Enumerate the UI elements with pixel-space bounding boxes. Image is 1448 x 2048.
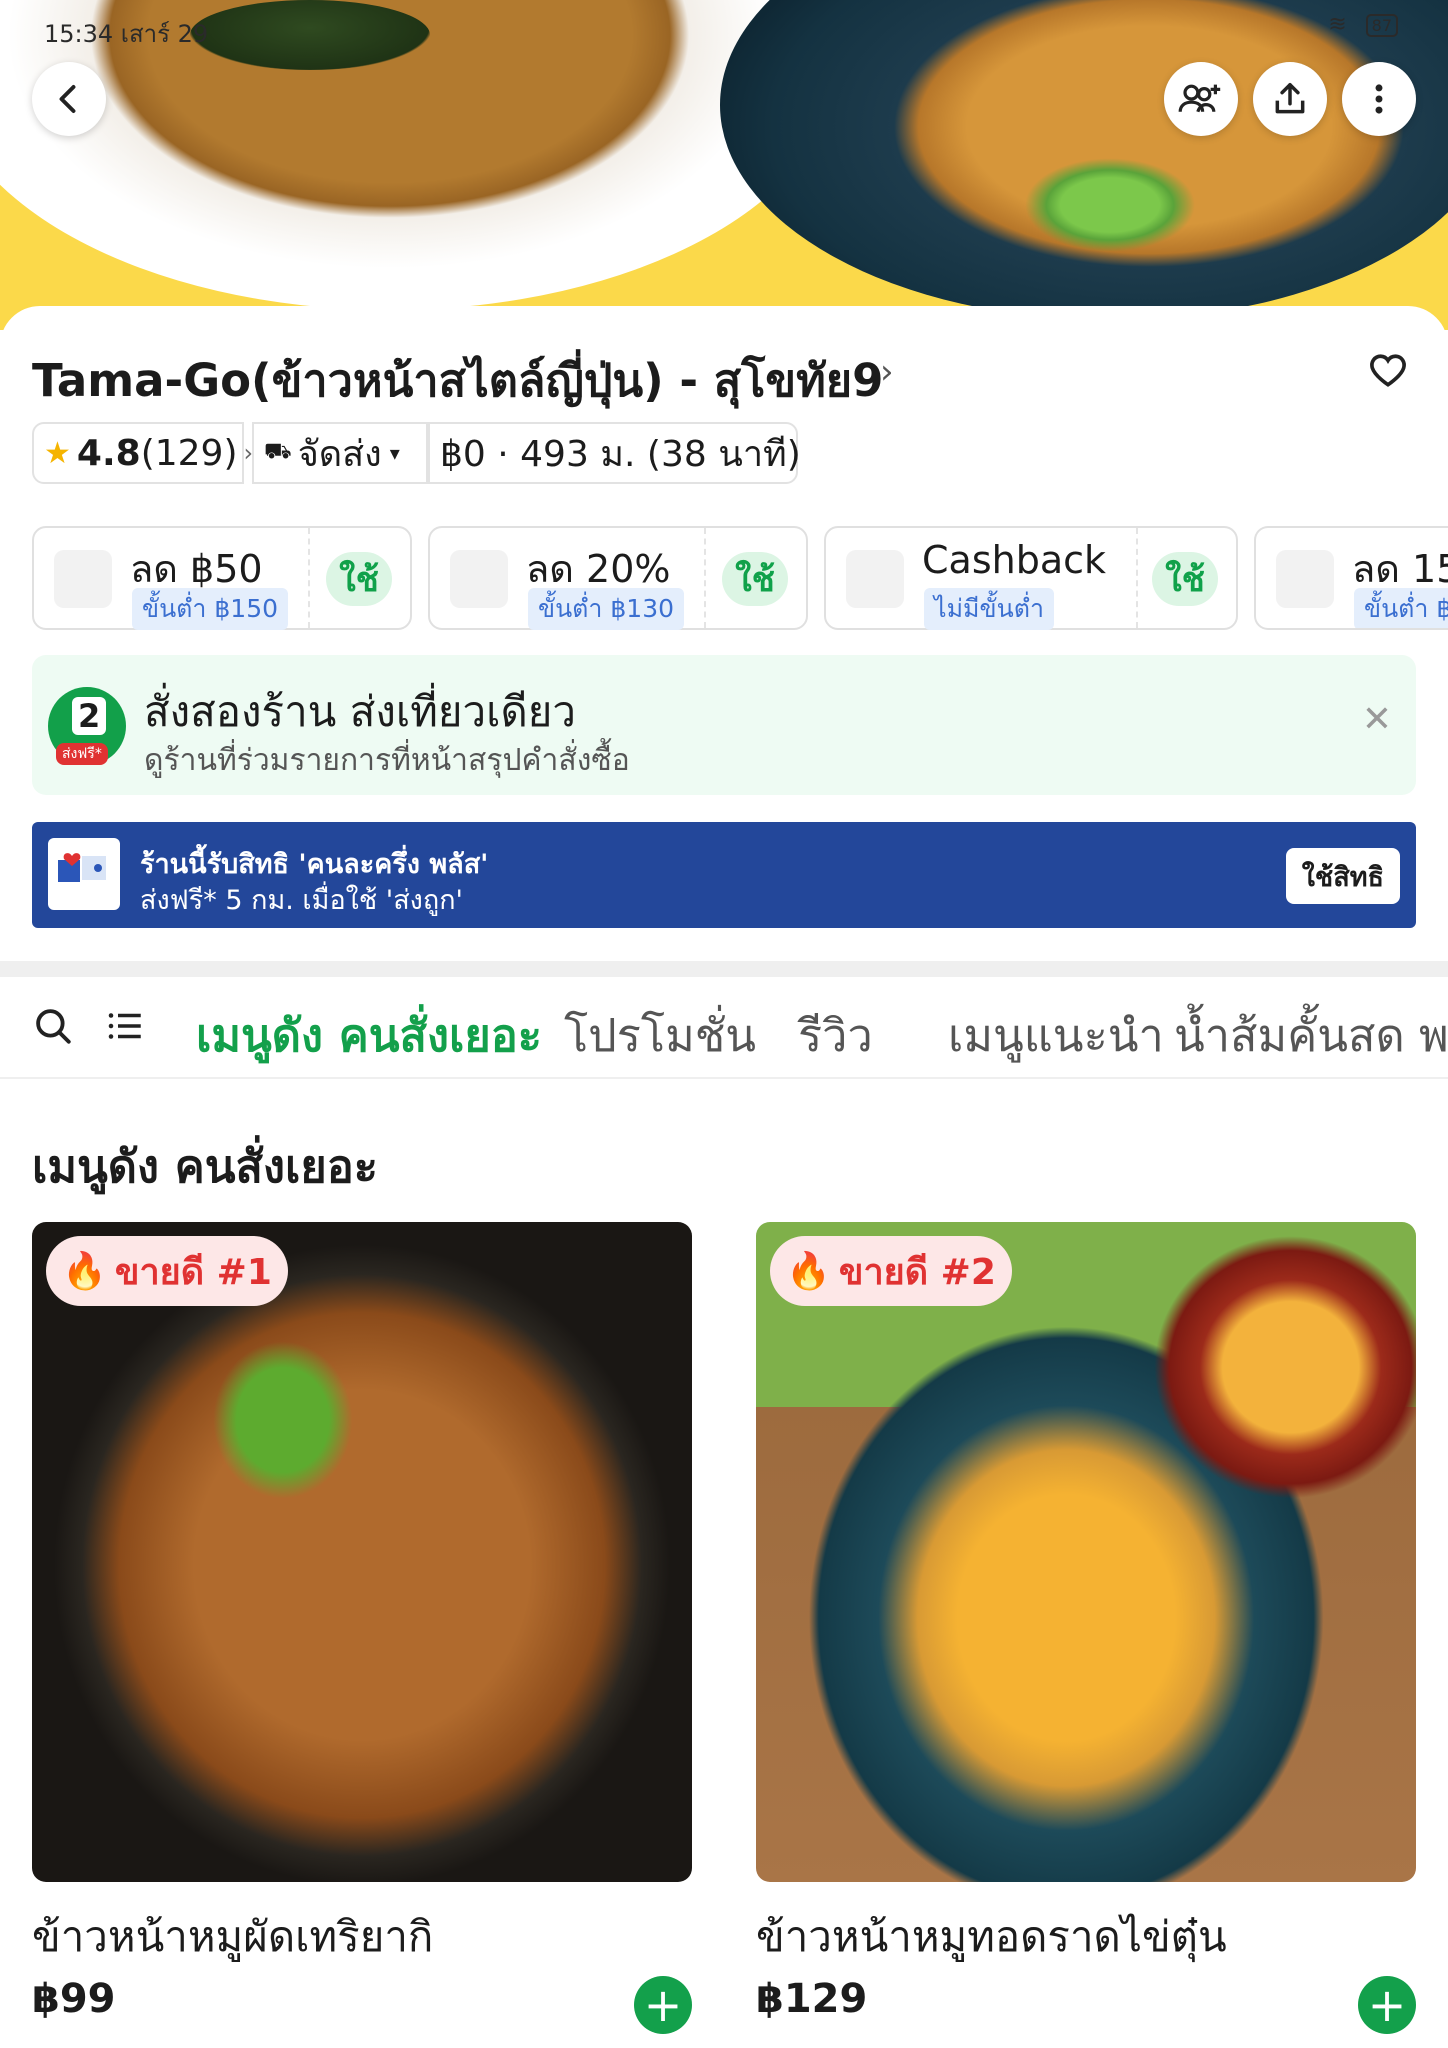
- coupon-condition: ไม่มีขั้นต่ำ: [924, 588, 1054, 630]
- category-tabbar: เมนูดัง คนสั่งเยอะ โปรโมชั่น รีวิว เมนูแ…: [0, 977, 1448, 1079]
- bestseller-label: ขายดี #1: [114, 1251, 272, 1293]
- menu-item-image[interactable]: 🔥 ขายดี #1: [32, 1222, 692, 1882]
- bestseller-tag: 🔥 ขายดี #2: [770, 1236, 1012, 1306]
- close-icon[interactable]: ✕: [1362, 699, 1392, 740]
- delivery-mode-label: จัดส่ง: [297, 433, 382, 475]
- coupon-condition: ขั้นต่ำ ฿150: [132, 588, 289, 630]
- section-title: เมนูดัง คนสั่งเยอะ: [32, 1140, 378, 1193]
- banner-title: สั่งสองร้าน ส่งเที่ยวเดียว: [144, 687, 576, 736]
- tab-recommended[interactable]: เมนูแนะนำ: [948, 999, 1164, 1071]
- delivery-mode-dropdown[interactable]: ⛟ จัดส่ง ▾: [252, 422, 428, 484]
- more-vertical-icon: [1375, 84, 1383, 114]
- coupon-title: Cashback: [922, 538, 1107, 582]
- flame-icon: 🔥: [62, 1251, 107, 1292]
- use-coupon-button[interactable]: ใช้: [722, 552, 788, 606]
- search-icon: [36, 1009, 71, 1044]
- star-icon: ★: [44, 435, 71, 471]
- list-icon: [108, 1013, 141, 1039]
- tab-popular[interactable]: เมนูดัง คนสั่งเยอะ: [196, 999, 542, 1071]
- search-button[interactable]: [32, 1005, 74, 1051]
- hero-image: [0, 0, 1448, 330]
- back-arrow-icon: [59, 85, 76, 113]
- flame-icon: 🔥: [786, 1251, 831, 1292]
- menu-item-name[interactable]: ข้าวหน้าหมูผัดเทริยากิ: [32, 1904, 433, 1970]
- more-options-button[interactable]: [1342, 62, 1416, 136]
- coupon-icon: [1276, 550, 1334, 608]
- use-coupon-button[interactable]: ใช้: [326, 552, 392, 606]
- banner-subtitle: ส่งฟรี* 5 กม. เมื่อใช้ 'ส่งถูก': [140, 885, 463, 916]
- menu-item-image[interactable]: 🔥 ขายดี #2: [756, 1222, 1416, 1882]
- category-list-button[interactable]: [104, 1005, 146, 1051]
- badge-number: 2: [72, 697, 107, 735]
- scallion-garnish-image: [1010, 150, 1210, 260]
- add-friend-button[interactable]: [1164, 62, 1238, 136]
- plus-icon: +: [1367, 1978, 1407, 2032]
- status-time: 15:34 เสาร์ 29: [44, 20, 209, 48]
- spinach-image: [190, 0, 430, 70]
- two-shops-banner[interactable]: 2 ส่งฟรี* สั่งสองร้าน ส่งเที่ยวเดียว ดูร…: [32, 655, 1416, 795]
- add-to-cart-button[interactable]: +: [1358, 1976, 1416, 2034]
- rating-count: (129): [140, 432, 238, 474]
- add-to-cart-button[interactable]: +: [634, 1976, 692, 2034]
- coupon-card[interactable]: ลด 20% ขั้นต่ำ ฿130 ใช้: [428, 526, 808, 630]
- puzzle-heart-icon: [58, 853, 106, 882]
- menu-item-price: ฿129: [756, 1976, 868, 2022]
- banner-subtitle: ดูร้านที่ร่วมรายการที่หน้าสรุปคำสั่งซื้อ: [144, 743, 630, 778]
- section-divider: [0, 961, 1448, 977]
- coupon-card[interactable]: Cashback ไม่มีขั้นต่ำ ใช้: [824, 526, 1238, 630]
- menu-item-name[interactable]: ข้าวหน้าหมูทอดราดไข่ตุ๋น: [756, 1904, 1227, 1970]
- chevron-right-icon[interactable]: ›: [880, 352, 894, 392]
- add-friend-icon: [1178, 84, 1221, 113]
- scooter-icon: ⛟: [264, 439, 292, 464]
- badge-text: ส่งฟรี*: [56, 743, 108, 765]
- battery-icon: 87: [1365, 14, 1398, 37]
- coupon-icon: [450, 550, 508, 608]
- plus-icon: +: [643, 1978, 683, 2032]
- tab-promotion[interactable]: โปรโมชั่น: [564, 999, 756, 1071]
- coupon-divider: [1136, 528, 1138, 628]
- coupon-icon: [54, 550, 112, 608]
- use-right-button[interactable]: ใช้สิทธิ: [1285, 848, 1400, 904]
- coupon-card[interactable]: ลด ฿50 ขั้นต่ำ ฿150 ใช้: [32, 526, 412, 630]
- delivery-info: ฿0 · 493 ม. (38 นาที): [428, 422, 801, 484]
- menu-item-price: ฿99: [32, 1976, 116, 2022]
- back-button[interactable]: [32, 62, 106, 136]
- delivery-info-text: ฿0 · 493 ม. (38 นาที): [440, 433, 801, 475]
- restaurant-name[interactable]: Tama-Go(ข้าวหน้าสไตล์ญี่ปุ่น) - สุโขทัย9: [32, 344, 883, 416]
- tab-review[interactable]: รีวิว: [798, 999, 873, 1071]
- share-button[interactable]: [1253, 62, 1327, 136]
- rating-value: 4.8: [76, 432, 141, 474]
- heart-icon: [1370, 354, 1406, 387]
- bestseller-label: ขายดี #2: [838, 1251, 996, 1293]
- shopping-bag-badge-icon: 2 ส่งฟรี*: [48, 687, 126, 765]
- halfhalf-banner[interactable]: ร้านนี้รับสิทธิ 'คนละครึ่ง พลัส' ส่งฟรี*…: [32, 822, 1416, 928]
- coupon-condition: ขั้นต่ำ ฿130: [528, 588, 685, 630]
- tab-orange-juice[interactable]: น้ำส้มคั้นสด พ: [1174, 999, 1448, 1071]
- share-icon: [1275, 83, 1305, 114]
- halfhalf-logo: [48, 838, 120, 910]
- coupon-divider: [308, 528, 310, 628]
- coupon-condition: ขั้นต่ำ ฿2: [1354, 588, 1448, 628]
- coupon-divider: [704, 528, 706, 628]
- rating-pill[interactable]: ★ 4.8 (129) ›: [32, 422, 253, 484]
- favorite-button[interactable]: [1366, 348, 1410, 396]
- bestseller-tag: 🔥 ขายดี #1: [46, 1236, 288, 1306]
- coupon-icon: [846, 550, 904, 608]
- caret-down-icon: ▾: [389, 441, 400, 465]
- coupon-card[interactable]: ลด 15 ขั้นต่ำ ฿2: [1254, 526, 1448, 630]
- wifi-icon: ≋: [1328, 12, 1353, 37]
- status-icons: ≋ 87: [1328, 12, 1398, 37]
- use-coupon-button[interactable]: ใช้: [1152, 552, 1218, 606]
